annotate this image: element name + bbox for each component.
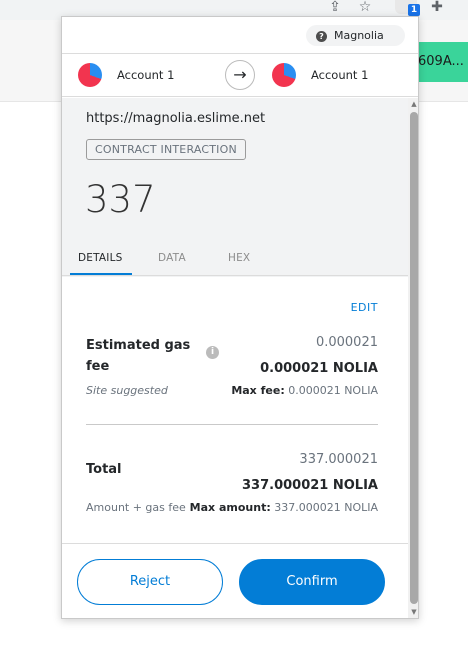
extension-badge: 1 (408, 4, 420, 16)
max-fee-label: Max fee: (231, 384, 285, 397)
amount-plus-gas-label: Amount + gas fee (86, 501, 186, 514)
arrow-right-icon: → (225, 60, 255, 90)
edit-gas-link[interactable]: EDIT (351, 301, 378, 314)
transaction-amount: 337 (85, 178, 156, 221)
scrollbar[interactable]: ▲ ▼ (408, 98, 418, 618)
network-name: Magnolia (334, 29, 384, 42)
estimated-gas-fee-label: Estimated gas fee (86, 338, 191, 374)
max-amount: Max amount: 337.000021 NOLIA (190, 501, 378, 514)
total-value: 337.000021 (299, 452, 378, 467)
account-avatar (272, 63, 296, 87)
puzzle-extensions-icon[interactable]: ✚ (428, 0, 446, 14)
info-icon[interactable]: i (206, 346, 219, 359)
tab-data[interactable]: DATA (158, 252, 186, 264)
total-label: Total (86, 462, 122, 477)
tab-hex[interactable]: HEX (228, 252, 250, 264)
recipient-account[interactable]: Account 1 (272, 54, 368, 96)
divider (86, 424, 378, 425)
scrollbar-thumb[interactable] (410, 112, 418, 604)
origin-url: https://magnolia.eslime.net (86, 111, 266, 126)
gas-fee-value: 0.000021 (315, 335, 378, 350)
recipient-account-name: Account 1 (311, 68, 369, 82)
tab-details[interactable]: DETAILS (78, 252, 123, 264)
scroll-down-arrow-icon[interactable]: ▼ (408, 606, 418, 618)
sender-account-name: Account 1 (117, 68, 175, 82)
gas-fee-value-bold: 0.000021 NOLIA (260, 361, 378, 376)
details-panel: EDIT Estimated gas fee i 0.000021 0.0000… (62, 277, 408, 543)
tab-bar: DETAILS DATA HEX (62, 242, 408, 276)
account-avatar (78, 63, 102, 87)
contract-interaction-badge: CONTRACT INTERACTION (86, 139, 246, 160)
share-icon[interactable]: ⇪ (326, 0, 344, 14)
reject-button[interactable]: Reject (77, 559, 223, 605)
bookmark-star-icon[interactable]: ☆ (356, 0, 374, 14)
active-tab-indicator (70, 273, 132, 275)
max-amount-value: 337.000021 NOLIA (274, 501, 378, 514)
max-fee-value: 0.000021 NOLIA (288, 384, 378, 397)
confirm-button[interactable]: Confirm (239, 559, 385, 605)
max-amount-label: Max amount: (189, 501, 271, 514)
sender-recipient-row: Account 1 → Account 1 (62, 53, 418, 97)
confirm-transaction-popup: ? Magnolia Account 1 → Account 1 https:/… (61, 16, 419, 619)
network-row: ? Magnolia (62, 17, 418, 53)
sender-account[interactable]: Account 1 (78, 54, 174, 96)
scroll-up-arrow-icon[interactable]: ▲ (408, 98, 418, 110)
question-icon: ? (316, 31, 327, 42)
site-suggested-label: Site suggested (86, 384, 168, 397)
total-value-bold: 337.000021 NOLIA (242, 478, 378, 493)
network-selector[interactable]: ? Magnolia (306, 25, 405, 46)
max-fee: Max fee: 0.000021 NOLIA (231, 384, 378, 397)
footer-actions: Reject Confirm (62, 543, 408, 618)
